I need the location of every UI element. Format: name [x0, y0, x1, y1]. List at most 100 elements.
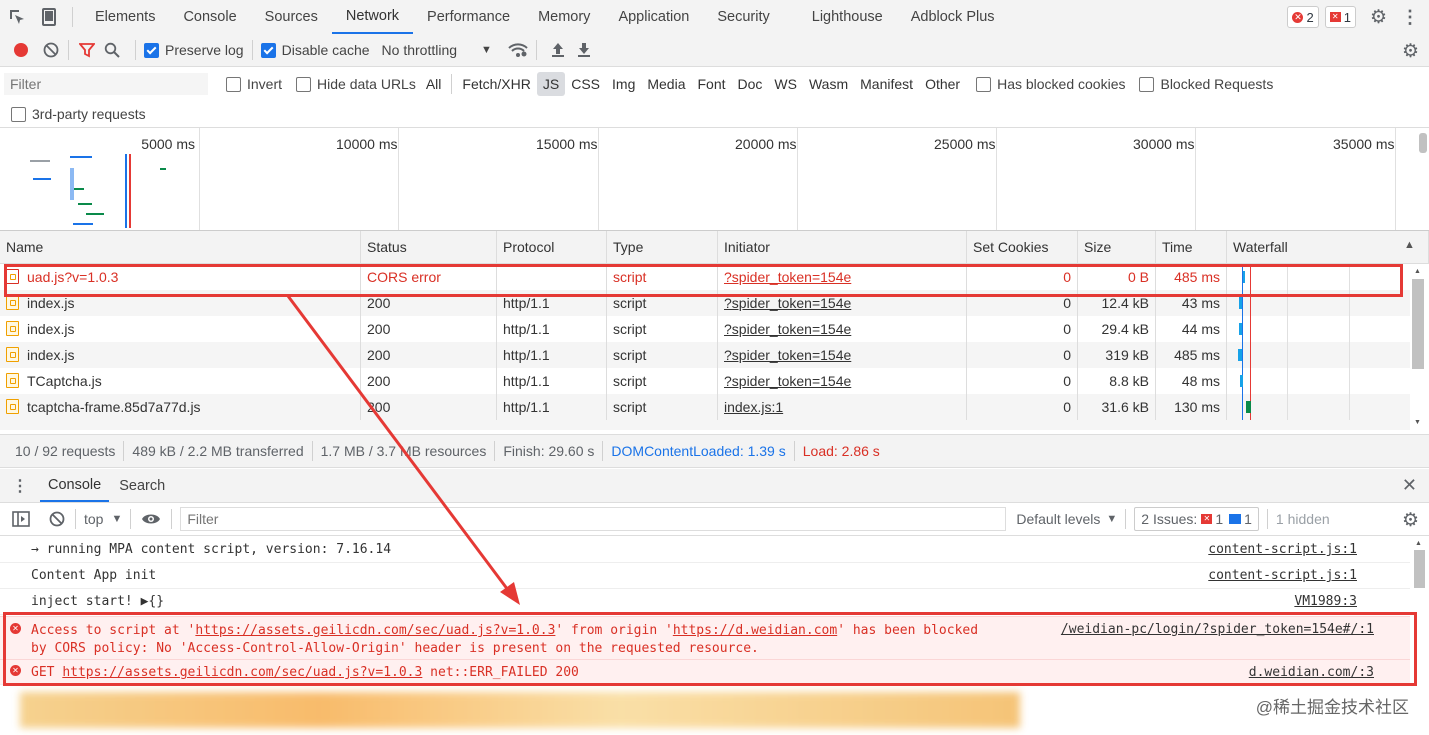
- column-header-size[interactable]: Size: [1078, 231, 1156, 263]
- table-row[interactable]: index.js 200 http/1.1 script ?spider_token=1…: [0, 342, 1410, 368]
- table-row[interactable]: index.js 200 http/1.1 script ?spider_token=1…: [0, 316, 1410, 342]
- live-expression-eye-icon[interactable]: [139, 512, 163, 526]
- checkbox[interactable]: [1139, 76, 1155, 92]
- type-filter-css[interactable]: CSS: [565, 72, 606, 96]
- column-header-time[interactable]: Time: [1156, 231, 1227, 263]
- tab-application[interactable]: Application: [604, 0, 703, 34]
- log-levels-select[interactable]: Default levels ▼: [1016, 511, 1117, 527]
- tab-security[interactable]: Security: [703, 0, 783, 34]
- scroll-up-arrow-icon[interactable]: ▲: [1414, 268, 1421, 275]
- import-har-upload-icon[interactable]: [545, 42, 571, 58]
- hide-data-urls-checkbox[interactable]: Hide data URLs: [296, 76, 416, 92]
- tab-console[interactable]: Console: [169, 0, 250, 34]
- cell-initiator-text[interactable]: ?spider_token=154e: [724, 347, 851, 363]
- issue-count-badge[interactable]: ✕ 1: [1324, 6, 1356, 28]
- network-settings-gear-icon[interactable]: ⚙: [1402, 40, 1419, 63]
- type-filter-doc[interactable]: Doc: [732, 72, 769, 96]
- type-filter-wasm[interactable]: Wasm: [803, 72, 854, 96]
- table-row[interactable]: TCaptcha.js 200 http/1.1 script ?spider_toke…: [0, 368, 1410, 394]
- context-select[interactable]: top ▼: [84, 511, 122, 527]
- checkbox[interactable]: [296, 76, 312, 92]
- invert-checkbox[interactable]: Invert: [226, 76, 282, 92]
- has-blocked-cookies-checkbox[interactable]: Has blocked cookies: [976, 76, 1125, 92]
- console-source-link[interactable]: content-script.js:1: [1208, 568, 1357, 583]
- preserve-log-checkbox[interactable]: Preserve log: [144, 42, 244, 58]
- scroll-down-arrow-icon[interactable]: ▼: [1414, 419, 1421, 426]
- has-blocked-cookies-label: Has blocked cookies: [997, 76, 1126, 92]
- settings-gear-icon[interactable]: ⚙: [1370, 6, 1387, 29]
- blocked-requests-checkbox[interactable]: Blocked Requests: [1139, 76, 1273, 92]
- table-row[interactable]: tcaptcha-frame.85d7a77d.js 200 http/1.1 scr…: [0, 394, 1410, 420]
- throttling-select[interactable]: No throttling ▼: [382, 42, 492, 58]
- issues-button[interactable]: 2 Issues: ✕ 1 1: [1134, 507, 1259, 531]
- checkbox[interactable]: [226, 76, 241, 92]
- checkbox[interactable]: [976, 76, 992, 92]
- tab-sources[interactable]: Sources: [251, 0, 332, 34]
- tab-network[interactable]: Network: [331, 0, 414, 34]
- cell-cookies-text: 0: [1063, 321, 1071, 337]
- type-filter-fetch-xhr[interactable]: Fetch/XHR: [456, 72, 536, 96]
- type-filter-js[interactable]: JS: [536, 72, 566, 96]
- cell-initiator-text[interactable]: ?spider_token=154e: [724, 295, 851, 311]
- cell-initiator[interactable]: ?spider_token=154e: [718, 316, 967, 342]
- checkbox-checked[interactable]: [144, 42, 159, 58]
- error-count-badge[interactable]: ✕ 2: [1287, 6, 1319, 28]
- clear-icon[interactable]: [42, 42, 60, 58]
- console-scrollbar[interactable]: [1414, 550, 1425, 588]
- console-source-link[interactable]: content-script.js:1: [1208, 542, 1357, 557]
- search-icon[interactable]: [97, 42, 127, 58]
- filter-input[interactable]: [4, 73, 208, 95]
- request-count: 10 / 92 requests: [15, 443, 116, 459]
- cell-initiator[interactable]: ?spider_token=154e: [718, 342, 967, 368]
- table-scrollbar[interactable]: [1412, 279, 1424, 369]
- show-sidebar-icon[interactable]: [11, 511, 31, 527]
- sort-ascending-icon[interactable]: ▲: [1404, 239, 1415, 251]
- cell-initiator-text[interactable]: ?spider_token=154e: [724, 321, 851, 337]
- checkbox[interactable]: [11, 106, 26, 122]
- third-party-checkbox[interactable]: 3rd-party requests: [11, 106, 146, 122]
- column-header-waterfall[interactable]: Waterfall: [1227, 231, 1429, 263]
- console-filter-input[interactable]: [180, 507, 1007, 531]
- type-filter-ws[interactable]: WS: [768, 72, 803, 96]
- scroll-up-arrow-icon[interactable]: ▲: [1415, 540, 1422, 547]
- filter-funnel-icon[interactable]: [77, 42, 97, 58]
- console-settings-gear-icon[interactable]: ⚙: [1402, 509, 1419, 532]
- type-filter-img[interactable]: Img: [606, 72, 641, 96]
- tab-lighthouse[interactable]: Lighthouse: [798, 0, 897, 34]
- inspect-element-icon[interactable]: [0, 0, 34, 34]
- tab-performance[interactable]: Performance: [413, 0, 524, 34]
- drawer-tab-search[interactable]: Search: [109, 469, 175, 503]
- device-toolbar-icon[interactable]: [34, 0, 64, 34]
- drawer-tab-console[interactable]: Console: [40, 469, 110, 502]
- export-har-download-icon[interactable]: [571, 42, 597, 58]
- cell-initiator-text[interactable]: ?spider_token=154e: [724, 373, 851, 389]
- clear-console-icon[interactable]: [47, 511, 67, 527]
- record-button[interactable]: [14, 43, 28, 57]
- close-drawer-icon[interactable]: ✕: [1402, 475, 1417, 496]
- column-header-status[interactable]: Status: [361, 231, 497, 263]
- cell-initiator[interactable]: index.js:1: [718, 394, 967, 420]
- column-header-protocol[interactable]: Protocol: [497, 231, 607, 263]
- checkbox-checked[interactable]: [260, 42, 276, 58]
- more-options-icon[interactable]: ⋮: [1401, 7, 1419, 28]
- type-filter-media[interactable]: Media: [641, 72, 691, 96]
- network-conditions-wifi-icon[interactable]: [508, 42, 528, 58]
- tab-elements[interactable]: Elements: [81, 0, 169, 34]
- type-filter-manifest[interactable]: Manifest: [854, 72, 919, 96]
- type-filter-font[interactable]: Font: [692, 72, 732, 96]
- cell-initiator-text[interactable]: index.js:1: [724, 399, 783, 415]
- type-filter-other[interactable]: Other: [919, 72, 966, 96]
- table-row-partial[interactable]: [0, 420, 1410, 430]
- console-message-text[interactable]: inject start! ▶{}: [31, 594, 164, 609]
- console-source-link[interactable]: VM1989:3: [1294, 594, 1357, 609]
- column-header-set-cookies[interactable]: Set Cookies: [967, 231, 1078, 263]
- tab-memory[interactable]: Memory: [524, 0, 604, 34]
- tab-adblock-plus[interactable]: Adblock Plus: [897, 0, 1009, 34]
- drawer-menu-icon[interactable]: ⋮: [0, 476, 40, 496]
- cell-initiator[interactable]: ?spider_token=154e: [718, 368, 967, 394]
- disable-cache-checkbox[interactable]: Disable cache: [260, 42, 370, 58]
- column-header-name[interactable]: Name: [0, 231, 361, 263]
- type-filter-all[interactable]: All: [420, 72, 448, 96]
- column-header-type[interactable]: Type: [607, 231, 718, 263]
- column-header-initiator[interactable]: Initiator: [718, 231, 967, 263]
